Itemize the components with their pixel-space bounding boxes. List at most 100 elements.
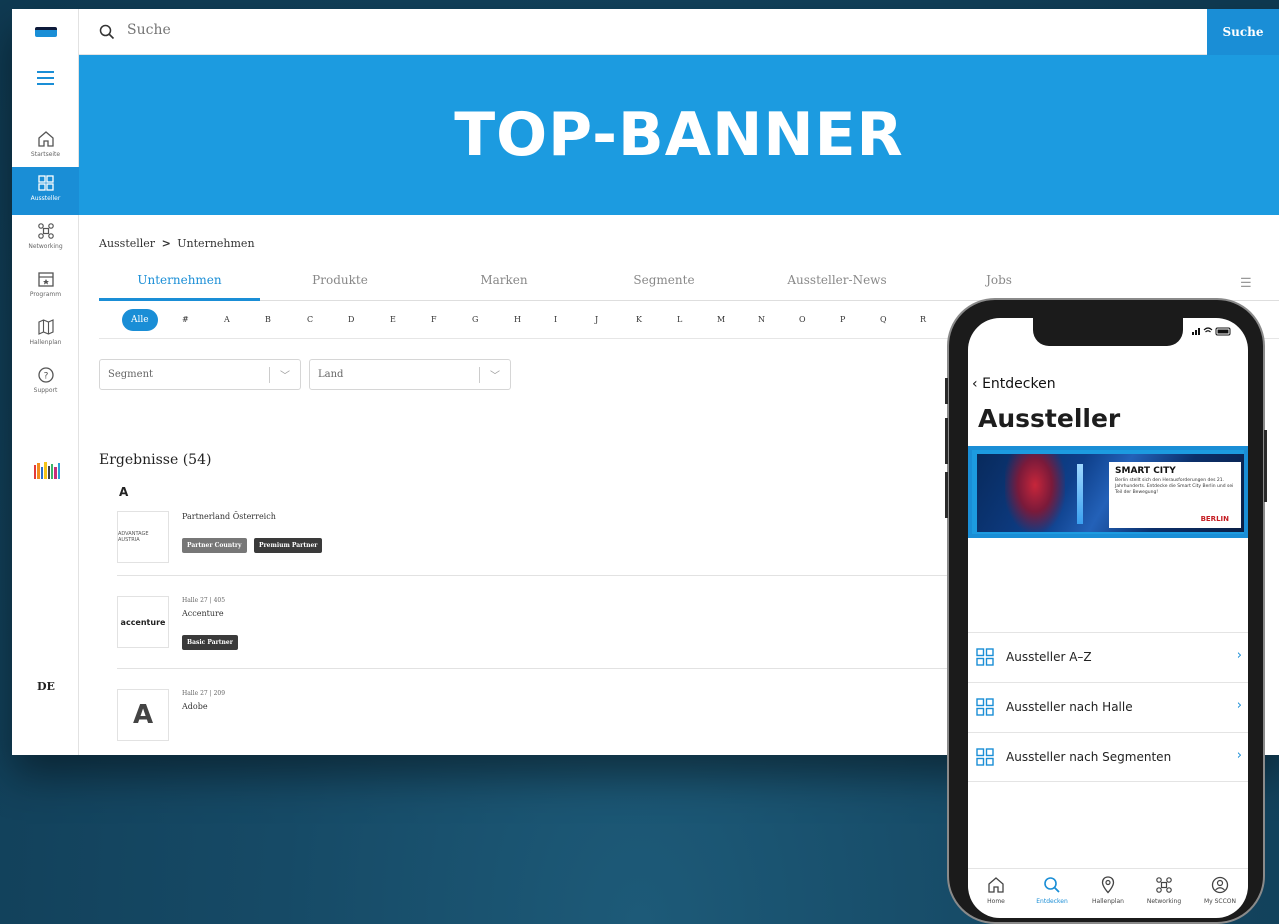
alphabet-letter[interactable]: B [265,309,271,331]
alphabet-letter[interactable]: H [514,309,521,331]
sidebar-item-label: Startseite [30,151,61,158]
status-badge: Premium Partner [254,538,323,553]
bottom-tab-bar: Home Entdecken Hallenplan Networking My … [968,868,1248,918]
promo-image: SMART CITY Berlin stellt sich den Heraus… [977,454,1244,532]
sidebar-item-networking[interactable]: Networking [12,215,79,263]
location-pin-icon [1101,876,1115,894]
sidebar: Startseite Aussteller Networking Program… [12,9,79,755]
list-item-label: Aussteller nach Segmenten [1006,750,1172,764]
back-button[interactable]: ‹ Entdecken [972,376,1056,392]
sidebar-item-startseite[interactable]: Startseite [12,123,79,171]
banner-title: TOP-BANNER [454,100,904,170]
promo-heading: SMART CITY [1115,466,1176,476]
promo-banner[interactable]: SMART CITY Berlin stellt sich den Heraus… [968,446,1248,538]
list-view-icon[interactable]: ☰ [1240,276,1252,291]
list-item-aussteller-az[interactable]: Aussteller A–Z › [968,632,1248,682]
sidebar-item-label: Hallenplan [29,339,62,346]
chevron-right-icon: › [1236,748,1242,763]
list-item-aussteller-segmente[interactable]: Aussteller nach Segmenten › [968,732,1248,782]
tab-networking[interactable]: Networking [1136,869,1192,918]
group-letter: A [119,485,129,499]
sidebar-item-label: Networking [28,243,63,250]
chevron-down-icon: ﹀ [280,371,290,382]
alphabet-all[interactable]: Alle [122,309,158,331]
company-logo: ADVANTAGE AUSTRIA [117,511,169,563]
question-icon: ? [37,367,54,383]
list-item-aussteller-halle[interactable]: Aussteller nach Halle › [968,682,1248,732]
alphabet-letter[interactable]: N [758,309,765,331]
search-input[interactable] [127,22,427,38]
sidebar-item-aussteller[interactable]: Aussteller [12,167,79,215]
tab-entdecken[interactable]: Entdecken [1024,869,1080,918]
alphabet-letter[interactable]: F [431,309,437,331]
promo-card: SMART CITY Berlin stellt sich den Heraus… [1109,462,1241,528]
divider [117,668,977,669]
alphabet-letter[interactable]: O [799,309,806,331]
phone-button [945,472,948,518]
promo-text: Berlin stellt sich den Herausforderungen… [1115,478,1234,495]
list-item[interactable]: ADVANTAGE AUSTRIA Partnerland Österreich… [117,511,977,571]
language-switch[interactable]: DE [37,680,55,693]
list-item[interactable]: accenture Halle 27 | 405 Accenture Basic… [117,596,977,656]
phone-button [945,378,948,404]
grid-icon [976,698,994,716]
tab-jobs[interactable]: Jobs [939,273,1059,301]
grid-icon [976,648,994,666]
view-toggle[interactable]: ☰ [1240,276,1252,291]
alphabet-letter[interactable]: P [840,309,845,331]
app-logo[interactable] [35,27,57,37]
divider [479,367,480,383]
tab-aussteller-news[interactable]: Aussteller-News [757,273,917,301]
tab-bar: Unternehmen Produkte Marken Segmente Aus… [99,273,1279,301]
menu-icon[interactable] [37,71,54,89]
home-icon [37,131,54,147]
tab-unternehmen[interactable]: Unternehmen [99,273,260,301]
alphabet-letter[interactable]: C [307,309,313,331]
company-logo: A [117,689,169,741]
country-select[interactable]: Land ﹀ [309,359,511,390]
divider [117,575,977,576]
tab-home[interactable]: Home [968,869,1024,918]
alphabet-letter[interactable]: J [595,309,598,331]
alphabet-letter[interactable]: A [224,309,230,331]
hall-info: Halle 27 | 209 [182,690,226,697]
sidebar-item-label: Programm [29,291,62,298]
sidebar-item-hallenplan[interactable]: Hallenplan [12,311,79,359]
sidebar-item-programm[interactable]: Programm [12,263,79,311]
hall-info: Halle 27 | 405 [182,597,226,604]
tab-produkte[interactable]: Produkte [275,273,405,301]
alphabet-letter[interactable]: I [554,309,557,331]
sidebar-item-label: Support [33,387,58,394]
page-title: Aussteller [978,404,1121,433]
alphabet-letter[interactable]: R [920,309,926,331]
breadcrumb-root[interactable]: Aussteller [99,237,155,250]
company-name: Adobe [182,702,208,711]
alphabet-letter[interactable]: # [182,309,189,331]
chevron-down-icon: ﹀ [490,371,500,382]
tab-my-sccon[interactable]: My SCCON [1192,869,1248,918]
tab-segmente[interactable]: Segmente [599,273,729,301]
alphabet-letter[interactable]: L [677,309,682,331]
chevron-left-icon: ‹ [972,376,978,392]
alphabet-letter[interactable]: E [390,309,396,331]
status-badge: Basic Partner [182,635,238,650]
status-badge: Partner Country [182,538,247,553]
alphabet-letter[interactable]: M [717,309,725,331]
list-item[interactable]: A Halle 27 | 209 Adobe [117,689,977,749]
segment-select[interactable]: Segment ﹀ [99,359,301,390]
tv-tower-illustration [1077,464,1083,524]
networking-icon [37,223,54,239]
alphabet-letter[interactable]: K [636,309,642,331]
company-name: Partnerland Österreich [182,512,276,521]
networking-icon [1156,877,1172,893]
phone-notch [1033,318,1183,346]
top-banner[interactable]: TOP-BANNER [79,55,1279,215]
alphabet-letter[interactable]: G [472,309,478,331]
sidebar-item-support[interactable]: ? Support [12,359,79,407]
search-button[interactable]: Suche [1207,9,1279,55]
alphabet-letter[interactable]: D [348,309,354,331]
divider [269,367,270,383]
tab-marken[interactable]: Marken [439,273,569,301]
alphabet-letter[interactable]: Q [880,309,887,331]
tab-hallenplan[interactable]: Hallenplan [1080,869,1136,918]
